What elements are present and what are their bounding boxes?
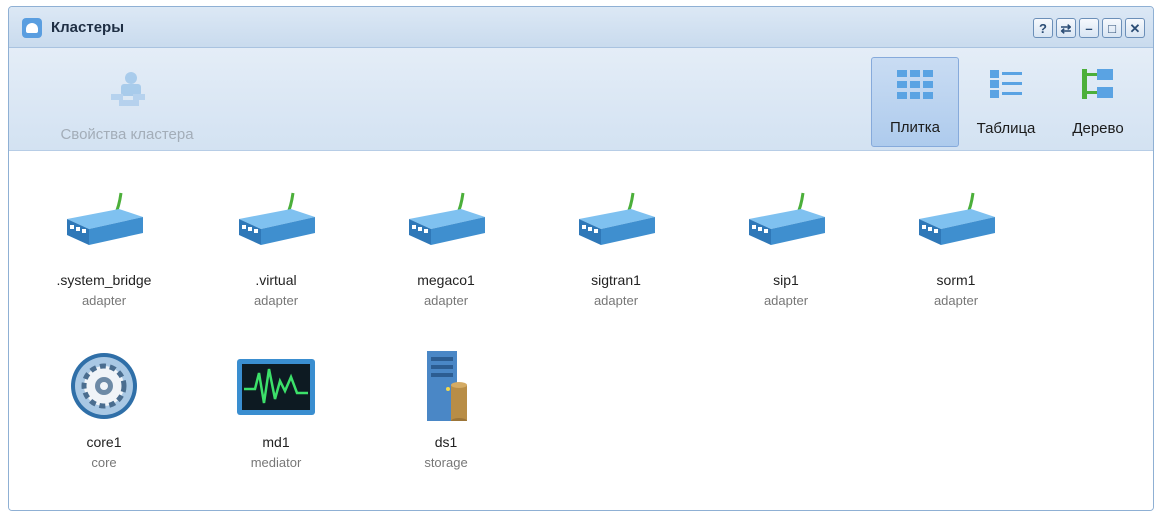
tile-ds1[interactable]: ds1 storage	[391, 351, 501, 470]
tile-name: core1	[86, 434, 122, 450]
refresh-button[interactable]: ⇄	[1056, 18, 1076, 38]
view-tree-button[interactable]: Дерево	[1053, 57, 1143, 147]
tile-megaco1[interactable]: megaco1 adapter	[391, 189, 501, 308]
adapter-icon	[579, 192, 655, 245]
adapter-icon	[67, 192, 143, 245]
tile-name: megaco1	[417, 272, 475, 288]
help-button[interactable]: ?	[1033, 18, 1053, 38]
tile-type: mediator	[250, 455, 302, 470]
tile-sip1[interactable]: sip1 adapter	[731, 189, 841, 308]
mediator-monitor-icon	[237, 359, 315, 415]
tile-sorm1[interactable]: sorm1 adapter	[901, 189, 1011, 308]
tile-name: .virtual	[255, 272, 297, 288]
tile-name: sorm1	[936, 272, 976, 288]
adapter-icon	[919, 192, 995, 245]
tile-type: core	[91, 455, 117, 470]
window-title: Кластеры	[51, 19, 125, 36]
tile-name: sigtran1	[591, 272, 641, 288]
view-tile-label: Плитка	[889, 119, 941, 136]
close-button[interactable]: ✕	[1125, 18, 1145, 38]
maximize-button[interactable]: □	[1102, 18, 1122, 38]
tile-name: sip1	[773, 272, 799, 288]
tile-virtual[interactable]: .virtual adapter	[221, 189, 331, 308]
view-table-button[interactable]: Таблица	[963, 57, 1049, 147]
tile-type: adapter	[423, 293, 469, 308]
tile-name: ds1	[434, 434, 458, 450]
adapter-icon	[239, 192, 315, 245]
storage-server-icon	[427, 351, 467, 424]
tile-md1[interactable]: md1 mediator	[221, 351, 331, 470]
tile-name: .system_bridge	[56, 272, 152, 288]
view-tree-label: Дерево	[1072, 120, 1124, 137]
window-controls: ? ⇄ – □ ✕	[1033, 18, 1145, 38]
core-gear-icon	[71, 353, 137, 419]
clusters-window: Кластеры ? ⇄ – □ ✕ Свойства кластера Пли…	[8, 6, 1154, 511]
table-view-icon	[990, 70, 1022, 98]
tile-type: storage	[424, 455, 468, 470]
tile-type: adapter	[763, 293, 809, 308]
minimize-button[interactable]: –	[1079, 18, 1099, 38]
cluster-app-icon	[22, 18, 42, 38]
cluster-properties-label: Свойства кластера	[60, 126, 194, 143]
tile-name: md1	[262, 434, 290, 450]
tile-sigtran1[interactable]: sigtran1 adapter	[561, 189, 671, 308]
tile-view-icon	[897, 70, 933, 99]
tile-core1[interactable]: core1 core	[49, 351, 159, 470]
tree-view-icon	[1082, 69, 1113, 99]
title-bar[interactable]: Кластеры ? ⇄ – □ ✕	[9, 7, 1153, 48]
tile-type: adapter	[253, 293, 299, 308]
tile-type: adapter	[81, 293, 127, 308]
view-tile-button[interactable]: Плитка	[871, 57, 959, 147]
tile-system-bridge[interactable]: .system_bridge adapter	[49, 189, 159, 308]
tile-type: adapter	[933, 293, 979, 308]
toolbar: Свойства кластера Плитка Таблица Дерево	[9, 48, 1153, 151]
view-table-label: Таблица	[976, 120, 1036, 137]
tile-type: adapter	[593, 293, 639, 308]
cluster-properties-icon	[111, 72, 145, 106]
adapter-icon	[409, 192, 485, 245]
clusters-tile-area: .system_bridge adapter .virtual adapter	[9, 151, 1153, 510]
adapter-icon	[749, 192, 825, 245]
